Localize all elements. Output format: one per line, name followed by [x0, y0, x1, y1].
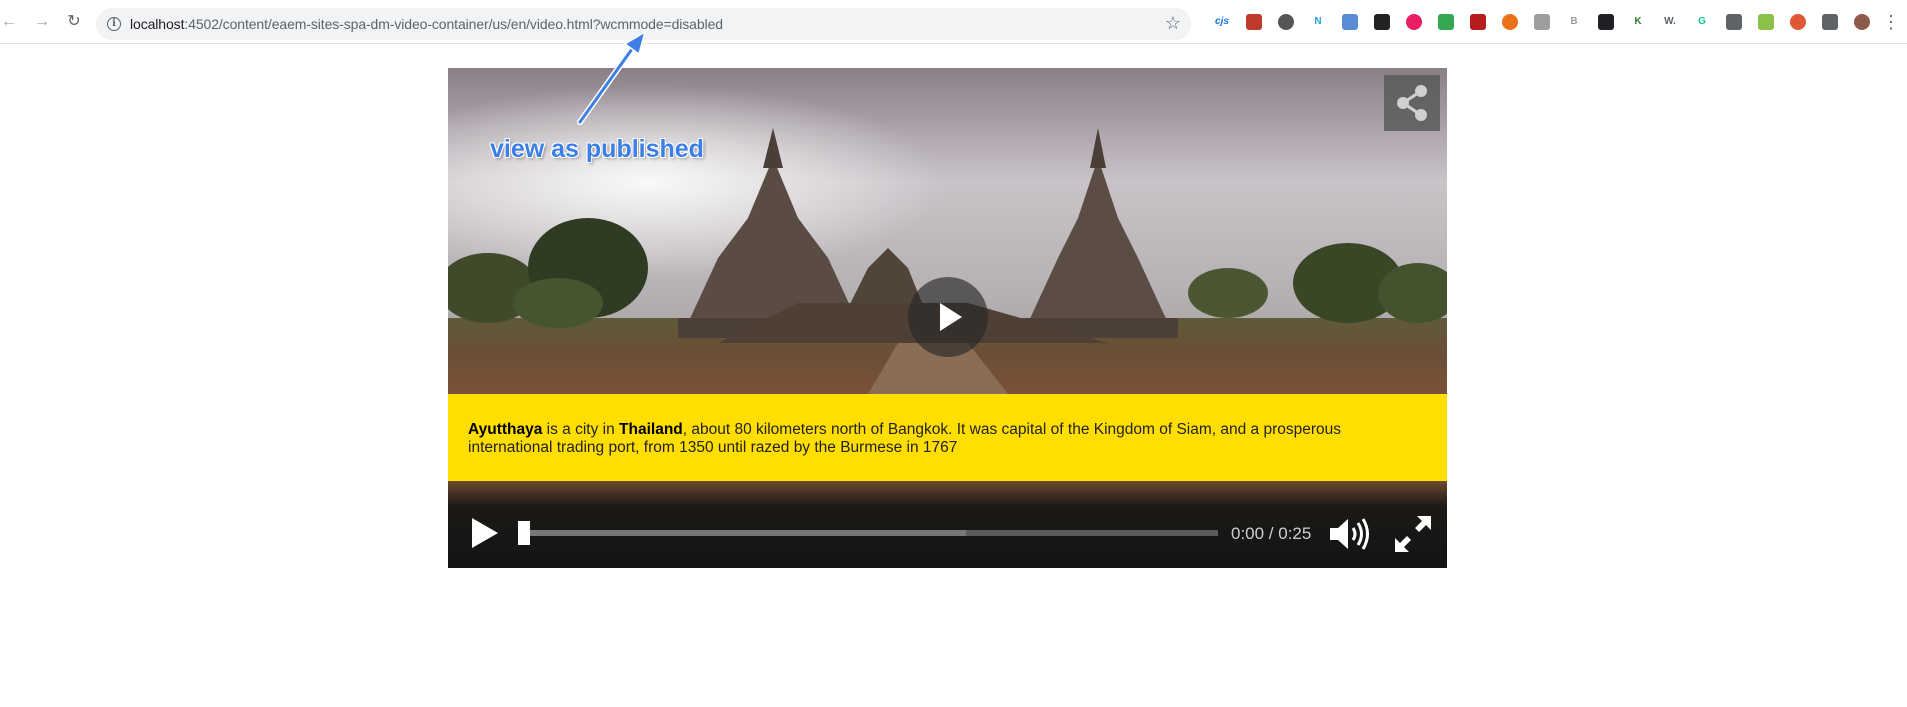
center-play-button[interactable]: [908, 277, 988, 357]
pen-extension-icon[interactable]: [1246, 14, 1262, 30]
view-as-published-annotation: view as published: [490, 135, 704, 163]
caption-text-1: is a city in: [542, 421, 620, 438]
site-info-icon[interactable]: i: [107, 17, 121, 31]
share-icon: [1397, 85, 1427, 121]
play-button[interactable]: [470, 516, 500, 550]
check-extension-icon[interactable]: [1534, 14, 1550, 30]
grammarly-extension-icon[interactable]: G: [1694, 14, 1710, 30]
time-display: 0:00 / 0:25: [1231, 524, 1312, 543]
b-extension-icon[interactable]: B: [1566, 14, 1582, 30]
annotation-arrow-icon: [577, 30, 647, 125]
seek-bar[interactable]: [518, 521, 1218, 545]
browser-toolbar: ← → ↻ i localhost:4502/content/eaem-site…: [0, 0, 1907, 44]
search-extension-icon[interactable]: [1726, 14, 1742, 30]
profile-avatar-icon[interactable]: [1854, 14, 1870, 30]
hat-extension-icon[interactable]: [1374, 14, 1390, 30]
k-extension-icon[interactable]: K: [1630, 14, 1646, 30]
play-icon: [940, 303, 962, 331]
cjs-extension-icon[interactable]: cjs: [1214, 14, 1230, 30]
n-extension-icon[interactable]: N: [1310, 14, 1326, 30]
puzzle-extension-icon[interactable]: [1822, 14, 1838, 30]
caption-city: Ayutthaya: [468, 421, 543, 438]
target-extension-icon[interactable]: [1406, 14, 1422, 30]
browser-menu-icon[interactable]: ⋮: [1882, 13, 1900, 31]
seek-thumb[interactable]: [518, 521, 530, 545]
globe-extension-icon[interactable]: [1342, 14, 1358, 30]
url-host: localhost: [130, 16, 185, 32]
back-arrow-icon[interactable]: ←: [1, 14, 17, 30]
caption-country: Thailand: [619, 421, 683, 438]
share-button[interactable]: [1384, 75, 1440, 131]
leaf-extension-icon[interactable]: [1758, 14, 1774, 30]
w-extension-icon[interactable]: W.: [1662, 14, 1678, 30]
duck-extension-icon[interactable]: [1790, 14, 1806, 30]
bookmark-star-icon[interactable]: ☆: [1165, 13, 1181, 34]
glasses-extension-icon[interactable]: [1598, 14, 1614, 30]
video-caption: Ayutthaya is a city in Thailand, about 8…: [448, 394, 1447, 481]
ring-extension-icon[interactable]: [1502, 14, 1518, 30]
buffered-progress: [518, 530, 966, 536]
volume-icon[interactable]: [1328, 517, 1372, 551]
reload-icon[interactable]: ↻: [66, 14, 82, 30]
drive-extension-icon[interactable]: [1438, 14, 1454, 30]
forward-arrow-icon[interactable]: →: [34, 14, 50, 30]
circle-extension-icon[interactable]: [1278, 14, 1294, 30]
fullscreen-icon[interactable]: [1393, 514, 1433, 554]
square-extension-icon[interactable]: [1470, 14, 1486, 30]
